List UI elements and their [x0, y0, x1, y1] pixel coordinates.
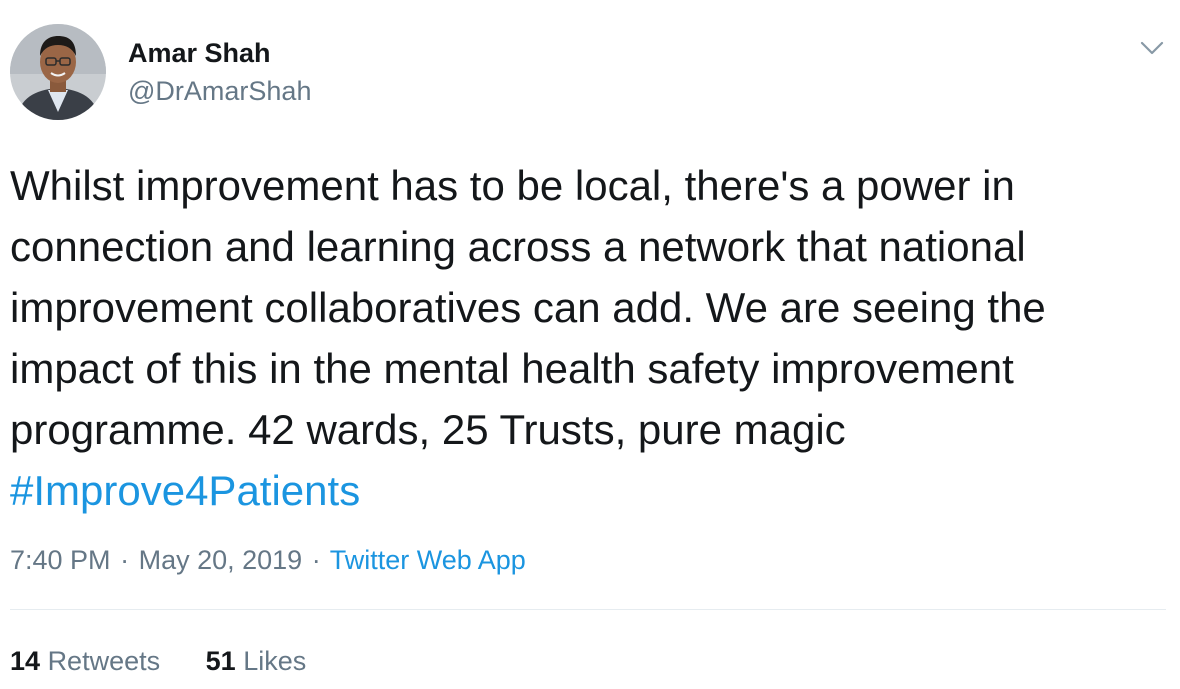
meta-separator: · [120, 545, 130, 575]
retweets-count: 14 [10, 646, 41, 676]
divider [10, 609, 1166, 610]
hashtag-link[interactable]: #Improve4Patients [10, 467, 360, 514]
meta-separator: · [311, 545, 321, 575]
tweet-meta: 7:40 PM · May 20, 2019 · Twitter Web App [10, 545, 526, 576]
avatar-image [10, 24, 106, 120]
likes-label: Likes [243, 646, 307, 676]
likes-count: 51 [205, 646, 236, 676]
tweet-card: Amar Shah @DrAmarShah Whilst improvement… [0, 0, 1180, 689]
tweet-stats: 14 Retweets 51 Likes [10, 646, 344, 677]
avatar[interactable] [10, 24, 106, 120]
tweet-source-link[interactable]: Twitter Web App [330, 545, 526, 575]
tweet-text: Whilst improvement has to be local, ther… [10, 155, 1170, 521]
tweet-body: Whilst improvement has to be local, ther… [10, 162, 1046, 453]
author-handle[interactable]: @DrAmarShah [128, 76, 311, 107]
more-menu-button[interactable] [1136, 34, 1168, 62]
chevron-down-icon [1140, 41, 1164, 55]
retweets-label: Retweets [47, 646, 161, 676]
tweet-time[interactable]: 7:40 PM [10, 545, 111, 575]
author-display-name[interactable]: Amar Shah [128, 38, 271, 69]
retweets-stat[interactable]: 14 Retweets [10, 646, 160, 677]
tweet-date[interactable]: May 20, 2019 [139, 545, 303, 575]
likes-stat[interactable]: 51 Likes [206, 646, 307, 677]
